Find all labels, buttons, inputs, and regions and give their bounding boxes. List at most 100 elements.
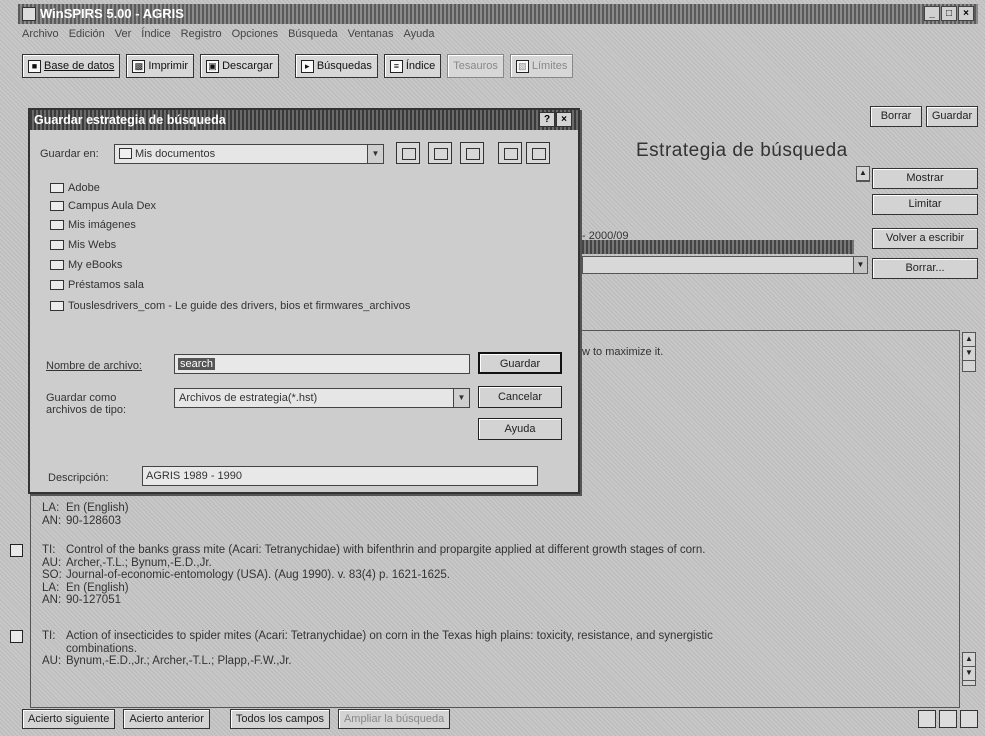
dialog-title-controls: ? × bbox=[539, 112, 572, 127]
record-field-an: AN: 90-128603 bbox=[42, 514, 121, 527]
folder-icon bbox=[50, 183, 64, 193]
up-folder-icon[interactable] bbox=[396, 142, 420, 164]
folder-icon bbox=[50, 220, 64, 230]
menu-edicion[interactable]: Edición bbox=[69, 26, 105, 42]
menu-indice[interactable]: Índice bbox=[141, 26, 170, 42]
descargar-button[interactable]: ▣ Descargar bbox=[200, 54, 279, 78]
record-2[interactable]: TI: Control of the banks grass mite (Acar… bbox=[10, 544, 706, 607]
menubar: Archivo Edición Ver Índice Registro Opci… bbox=[22, 26, 972, 42]
database-icon: ■ bbox=[28, 59, 41, 73]
guardar-en-select[interactable]: Mis documentos ▼ bbox=[114, 144, 384, 164]
record-la-value: En (English) bbox=[66, 502, 129, 514]
record-ti-value: Control of the banks grass mite (Acari: … bbox=[66, 544, 706, 556]
filename-input[interactable]: search bbox=[174, 354, 470, 374]
tesauros-button[interactable]: Tesauros bbox=[447, 54, 504, 78]
imprimir-button[interactable]: ▩ Imprimir bbox=[126, 54, 195, 78]
folder-icon bbox=[50, 240, 64, 250]
guardar-top-button[interactable]: Guardar bbox=[926, 106, 978, 127]
dialog-close-button[interactable]: × bbox=[556, 112, 572, 127]
volver-escribir-button[interactable]: Volver a escribir bbox=[872, 228, 978, 249]
record-mark-checkbox[interactable] bbox=[10, 630, 23, 643]
folder-item[interactable]: My eBooks bbox=[48, 257, 122, 273]
descripcion-input[interactable]: AGRIS 1989 - 1990 bbox=[142, 466, 538, 486]
record-mark-checkbox[interactable] bbox=[10, 544, 23, 557]
cancelar-button[interactable]: Cancelar bbox=[478, 386, 562, 408]
strategy-input[interactable]: ▼ bbox=[582, 256, 868, 274]
ampliar-busqueda-button[interactable]: Ampliar la búsqueda bbox=[337, 709, 451, 729]
tipo-archivo-value: Archivos de estrategia(*.hst) bbox=[179, 392, 318, 404]
view-single-icon[interactable] bbox=[918, 710, 936, 728]
menu-registro[interactable]: Registro bbox=[181, 26, 222, 42]
records-scrollbar-bottom[interactable]: ▲ ▼ bbox=[962, 652, 976, 686]
scroll-up-icon: ▲ bbox=[963, 653, 975, 667]
save-strategy-dialog: Guardar estrategia de búsqueda ? × Guard… bbox=[28, 108, 580, 494]
ayuda-button[interactable]: Ayuda bbox=[478, 418, 562, 440]
folder-item-label: Préstamos sala bbox=[68, 279, 144, 291]
strategy-selected-row[interactable] bbox=[582, 240, 854, 254]
busquedas-button[interactable]: ▸ Búsquedas bbox=[294, 54, 378, 78]
guardar-en-value: Mis documentos bbox=[135, 148, 216, 160]
desktop-icon[interactable] bbox=[428, 142, 452, 164]
app-window: WinSPIRS 5.00 - AGRIS _ □ × Archivo Edic… bbox=[0, 0, 985, 736]
record-au-value: Archer,-T.L.; Bynum,-E.D.,Jr. bbox=[66, 556, 212, 569]
folder-item-label: Mis Webs bbox=[68, 239, 117, 251]
acierto-siguiente-button[interactable]: Acierto siguiente bbox=[22, 709, 116, 729]
base-datos-button[interactable]: ■ Base de datos bbox=[22, 54, 121, 78]
record-snippet-text: w to maximize it. bbox=[582, 346, 664, 358]
base-datos-label: Base de datos bbox=[44, 60, 115, 72]
tipo-archivo-select[interactable]: Archivos de estrategia(*.hst) ▼ bbox=[174, 388, 470, 408]
view-full-icon[interactable] bbox=[960, 710, 978, 728]
folder-item[interactable]: Mis imágenes bbox=[48, 217, 136, 233]
folder-item[interactable]: Adobe bbox=[48, 180, 100, 196]
folder-icon bbox=[50, 201, 64, 211]
menu-ver[interactable]: Ver bbox=[115, 26, 132, 42]
chevron-down-icon[interactable]: ▼ bbox=[853, 257, 867, 273]
folder-item[interactable]: Campus Aula Dex bbox=[48, 198, 156, 214]
folder-item[interactable]: Préstamos sala bbox=[48, 277, 144, 293]
borrar-top-button[interactable]: Borrar bbox=[870, 106, 922, 127]
minimize-button[interactable]: _ bbox=[924, 6, 940, 21]
view-icons bbox=[918, 710, 978, 728]
limites-button[interactable]: ▧ Límites bbox=[509, 54, 574, 78]
folder-item-label: My eBooks bbox=[68, 259, 123, 271]
todos-campos-button[interactable]: Todos los campos bbox=[229, 709, 330, 729]
record-field-so: SO: Journal-of-economic-entomology (USA).… bbox=[42, 569, 450, 581]
limitar-button[interactable]: Limitar bbox=[872, 194, 978, 215]
borrar-button[interactable]: Borrar... bbox=[872, 258, 978, 279]
list-view-icon[interactable] bbox=[498, 142, 522, 164]
record-field-ti-cont: combinations. bbox=[42, 643, 713, 656]
folder-item[interactable]: Touslesdrivers_com - Le guide des driver… bbox=[48, 298, 410, 314]
toolbar: ■ Base de datos ▩ Imprimir ▣ Descargar ▸… bbox=[22, 52, 972, 80]
descargar-label: Descargar bbox=[222, 60, 273, 72]
details-view-icon[interactable] bbox=[526, 142, 550, 164]
menu-opciones[interactable]: Opciones bbox=[232, 26, 278, 42]
records-scrollbar-top[interactable]: ▲ ▼ bbox=[962, 332, 976, 372]
window-title: WinSPIRS 5.00 - AGRIS bbox=[40, 6, 184, 21]
folder-item[interactable]: Mis Webs bbox=[48, 237, 116, 253]
menu-archivo[interactable]: Archivo bbox=[22, 26, 59, 42]
mostrar-button[interactable]: Mostrar bbox=[872, 168, 978, 189]
new-folder-icon[interactable] bbox=[460, 142, 484, 164]
record-field-la: LA: En (English) bbox=[42, 581, 129, 594]
acierto-anterior-button[interactable]: Acierto anterior bbox=[123, 709, 210, 729]
maximize-button[interactable]: □ bbox=[941, 6, 957, 21]
guardar-en-label: Guardar en: bbox=[40, 148, 99, 160]
record-ti-cont-value: combinations. bbox=[66, 642, 137, 655]
view-split-icon[interactable] bbox=[939, 710, 957, 728]
strategy-scroll-up[interactable]: ▲ bbox=[856, 166, 870, 182]
record-3[interactable]: TI: Action of insecticides to spider mite… bbox=[10, 630, 713, 668]
close-button[interactable]: × bbox=[958, 6, 974, 21]
menu-ayuda[interactable]: Ayuda bbox=[404, 26, 435, 42]
dialog-title: Guardar estrategia de búsqueda bbox=[34, 113, 226, 127]
folder-icon bbox=[119, 148, 132, 159]
indice-button[interactable]: ≡ Índice bbox=[383, 54, 442, 78]
record-ti-value: Action of insecticides to spider mites (… bbox=[66, 630, 713, 642]
descripcion-value: AGRIS 1989 - 1990 bbox=[146, 470, 243, 482]
menu-busqueda[interactable]: Búsqueda bbox=[288, 26, 338, 42]
dialog-help-button[interactable]: ? bbox=[539, 112, 555, 127]
guardar-button[interactable]: Guardar bbox=[478, 352, 562, 374]
menu-ventanas[interactable]: Ventanas bbox=[348, 26, 394, 42]
scroll-down-icon: ▼ bbox=[963, 347, 975, 361]
record-1[interactable]: LA: En (English) AN: 90-128603 bbox=[42, 502, 129, 527]
record-field-la: LA: En (English) bbox=[42, 502, 129, 514]
